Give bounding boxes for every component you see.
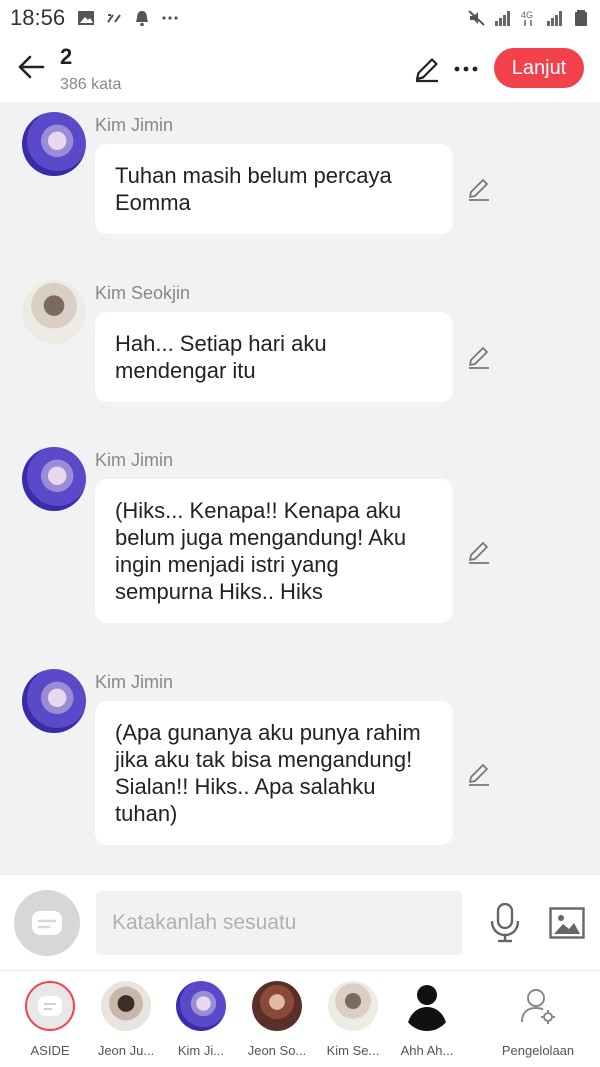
manage-icon-wrap: [513, 981, 563, 1031]
character-kim-ji[interactable]: Kim Ji...: [163, 981, 239, 1058]
signal-2-icon: [547, 11, 562, 26]
more-notifications-icon: [162, 16, 178, 20]
chat-list[interactable]: Kim Jimin Tuhan masih belum percaya Eomm…: [0, 102, 600, 874]
sender-name: Kim Jimin: [95, 115, 174, 135]
character-jeon-ju[interactable]: Jeon Ju...: [88, 981, 164, 1058]
edit-message-icon[interactable]: [466, 761, 492, 787]
bell-notification-icon: [136, 11, 149, 27]
edit-message-icon[interactable]: [466, 344, 492, 370]
user-settings-icon: [521, 989, 555, 1024]
word-count: 386 kata: [60, 76, 122, 93]
editor-header: 2 386 kata Lanjut: [0, 36, 600, 102]
message-bubble[interactable]: Tuhan masih belum percaya Eomma: [95, 144, 453, 234]
sender-name: Kim Jimin: [95, 450, 174, 470]
shuffle-notification-icon: [107, 14, 121, 23]
avatar: [101, 981, 151, 1031]
character-label: Jeon Ju...: [97, 1043, 155, 1058]
next-button[interactable]: Lanjut: [494, 48, 584, 88]
character-ahh-ah[interactable]: Ahh Ah...: [389, 981, 465, 1058]
person-silhouette-icon: [407, 985, 447, 1031]
image-upload-icon[interactable]: [549, 907, 585, 939]
message-mode-button[interactable]: [14, 890, 80, 956]
avatar: [252, 981, 302, 1031]
message-bubble[interactable]: Hah... Setiap hari aku mendengar itu: [95, 312, 453, 402]
edit-title-pen-icon[interactable]: [412, 54, 442, 84]
back-button[interactable]: [14, 50, 48, 84]
avatar: [328, 981, 378, 1031]
avatar: [402, 981, 452, 1031]
more-options-button[interactable]: [452, 54, 480, 84]
page-title: 2: [60, 44, 73, 69]
signal-icon: [495, 11, 510, 26]
message-bubble[interactable]: (Hiks... Kenapa!! Kenapa aku belum juga …: [95, 479, 453, 623]
character-label: Pengelolaan: [501, 1043, 575, 1058]
avatar-kim-jimin[interactable]: [22, 112, 86, 176]
chat-bubble-icon: [32, 911, 62, 935]
arrow-left-icon: [18, 55, 45, 79]
message-input[interactable]: [96, 891, 462, 955]
manage-characters-button[interactable]: Pengelolaan: [496, 981, 580, 1058]
status-left-icons: [77, 9, 179, 27]
message-bubble[interactable]: (Apa gunanya aku punya rahim jika aku ta…: [95, 701, 453, 845]
message-input-bar: [0, 874, 600, 970]
network-4g-icon: 4G: [521, 10, 533, 26]
gallery-notification-icon: [78, 11, 95, 25]
sender-name: Kim Jimin: [95, 672, 174, 692]
avatar-kim-jimin[interactable]: [22, 447, 86, 511]
microphone-icon[interactable]: [488, 903, 522, 943]
character-label: Ahh Ah...: [400, 1043, 454, 1058]
character-label: Jeon So...: [247, 1043, 307, 1058]
status-bar: 18:56 4G: [0, 0, 600, 36]
character-kim-se[interactable]: Kim Se...: [315, 981, 391, 1058]
svg-text:4G: 4G: [521, 10, 533, 20]
edit-message-icon[interactable]: [466, 539, 492, 565]
edit-message-icon[interactable]: [466, 176, 492, 202]
character-label: Kim Se...: [326, 1043, 380, 1058]
character-bar: ASIDE Jeon Ju... Kim Ji... Jeon So... Ki…: [0, 970, 600, 1067]
character-label: ASIDE: [30, 1043, 70, 1058]
avatar-kim-seokjin[interactable]: [22, 280, 86, 344]
avatar: [176, 981, 226, 1031]
ellipsis-icon: [454, 66, 478, 72]
sender-name: Kim Seokjin: [95, 283, 191, 303]
mute-icon: [468, 10, 485, 26]
status-right-icons: 4G: [468, 9, 590, 27]
battery-icon: [575, 10, 587, 26]
avatar-kim-jimin[interactable]: [22, 669, 86, 733]
chat-bubble-icon: [38, 996, 62, 1016]
character-aside[interactable]: ASIDE: [12, 981, 88, 1058]
aside-avatar: [25, 981, 75, 1031]
character-jeon-so[interactable]: Jeon So...: [239, 981, 315, 1058]
status-time: 18:56: [10, 5, 66, 30]
character-label: Kim Ji...: [177, 1043, 225, 1058]
